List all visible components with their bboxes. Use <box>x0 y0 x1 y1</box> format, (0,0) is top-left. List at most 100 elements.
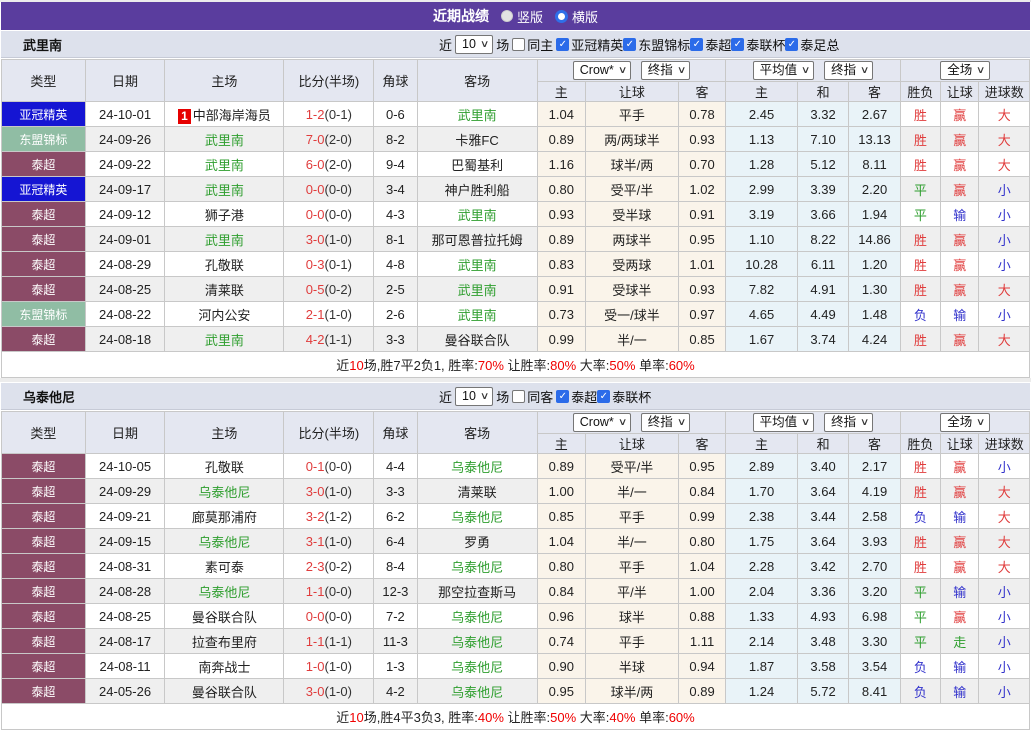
league-badge: 亚冠精英 <box>1 101 86 127</box>
filter-controls: 近 10 场 同主 亚冠精英东盟锦标泰超泰联杯泰足总 <box>439 34 839 54</box>
league-filter-checkbox[interactable]: 泰超 <box>690 35 731 54</box>
home-team: 素可泰 <box>164 553 285 579</box>
col-home: 主场 <box>164 411 285 454</box>
checkbox-unchecked-icon[interactable] <box>512 37 526 51</box>
result-handicap: 赢 <box>940 101 980 127</box>
result-goals: 小 <box>978 453 1030 479</box>
checkbox-checked-icon[interactable] <box>623 37 637 51</box>
result-goals: 大 <box>978 478 1030 504</box>
avg-away: 2.17 <box>848 453 901 479</box>
results-table-2: 类型 日期 主场 比分(半场) 角球 客场 Crow* 终指 平均值 终指 全场 <box>1 411 1031 730</box>
checkbox-checked-icon[interactable] <box>785 37 799 51</box>
avg-draw: 3.64 <box>796 528 850 554</box>
result-handicap: 输 <box>940 653 980 679</box>
league-filter-checkbox[interactable]: 亚冠精英 <box>556 35 623 54</box>
league-badge: 泰超 <box>1 226 86 252</box>
avg-home: 1.13 <box>725 126 798 152</box>
col-avg-away: 客 <box>848 433 901 454</box>
average-final-select[interactable]: 终指 <box>824 61 874 80</box>
result-win: 平 <box>899 628 942 654</box>
odds-away: 0.93 <box>677 276 727 302</box>
away-team: 乌泰他尼 <box>416 453 538 479</box>
average-final-select[interactable]: 终指 <box>824 413 874 432</box>
layout-radio-horizontal[interactable]: 横版 <box>555 7 598 26</box>
same-venue-checkbox[interactable]: 同客 <box>512 387 553 406</box>
col-odds-home: 主 <box>536 81 587 102</box>
avg-draw: 6.11 <box>796 251 850 277</box>
match-date: 24-08-29 <box>84 251 166 277</box>
avg-home: 2.45 <box>725 101 798 127</box>
average-select[interactable]: 平均值 <box>752 413 815 432</box>
avg-away: 1.48 <box>848 301 901 327</box>
team-name: 武里南 <box>23 37 63 53</box>
league-badge: 亚冠精英 <box>1 176 86 202</box>
odds-source-select[interactable]: Crow* <box>572 61 632 80</box>
corner-score: 4-8 <box>373 251 418 277</box>
home-team: 曼谷联合队 <box>164 678 285 704</box>
avg-home: 1.67 <box>725 326 798 352</box>
league-badge: 泰超 <box>1 453 86 479</box>
match-date: 24-10-01 <box>84 101 166 127</box>
avg-home: 2.14 <box>725 628 798 654</box>
avg-draw: 3.58 <box>796 653 850 679</box>
result-handicap: 赢 <box>940 126 980 152</box>
scope-select[interactable]: 全场 <box>940 413 990 432</box>
home-team: 乌泰他尼 <box>164 528 285 554</box>
average-select[interactable]: 平均值 <box>752 61 815 80</box>
odds-away: 0.84 <box>677 478 727 504</box>
avg-draw: 3.64 <box>796 478 850 504</box>
odds-final-select[interactable]: 终指 <box>640 61 691 80</box>
odds-home: 0.89 <box>536 453 587 479</box>
checkbox-checked-icon[interactable] <box>556 389 570 403</box>
away-team: 巴蜀基利 <box>416 151 538 177</box>
col-hcap-res: 让球 <box>940 433 980 454</box>
corner-score: 9-4 <box>373 151 418 177</box>
same-venue-checkbox[interactable]: 同主 <box>512 35 553 54</box>
odds-home: 0.80 <box>536 553 587 579</box>
league-filter-checkbox[interactable]: 泰联杯 <box>597 387 651 406</box>
corner-score: 4-3 <box>373 201 418 227</box>
result-handicap: 赢 <box>940 176 980 202</box>
result-handicap: 赢 <box>940 251 980 277</box>
home-team: 清莱联 <box>164 276 285 302</box>
games-label: 场 <box>496 37 510 53</box>
league-filter-checkbox[interactable]: 泰联杯 <box>731 35 785 54</box>
col-goals: 进球数 <box>978 433 1030 454</box>
corner-score: 3-4 <box>373 176 418 202</box>
col-type: 类型 <box>1 59 86 102</box>
corner-score: 4-2 <box>373 678 418 704</box>
checkbox-checked-icon[interactable] <box>731 37 745 51</box>
league-filter-checkbox[interactable]: 泰足总 <box>785 35 839 54</box>
radio-unchecked-icon[interactable] <box>500 10 513 22</box>
filter-controls: 近 10 场 同客 泰超泰联杯 <box>439 386 651 406</box>
radio-checked-icon[interactable] <box>555 9 568 23</box>
result-handicap: 赢 <box>940 276 980 302</box>
checkbox-checked-icon[interactable] <box>597 389 611 403</box>
odds-source-select[interactable]: Crow* <box>572 413 632 432</box>
avg-home: 1.10 <box>725 226 798 252</box>
match-score: 3-0(1-0) <box>283 226 375 252</box>
odds-source-group: Crow* 终指 <box>536 411 727 434</box>
home-team: 廊莫那浦府 <box>164 503 285 529</box>
away-team: 清莱联 <box>416 478 538 504</box>
match-date: 24-09-22 <box>84 151 166 177</box>
avg-away: 3.30 <box>848 628 901 654</box>
match-score: 0-0(0-0) <box>283 176 375 202</box>
handicap-line: 两/两球半 <box>585 126 679 152</box>
league-filter-checkbox[interactable]: 东盟锦标 <box>623 35 690 54</box>
match-date: 24-08-25 <box>84 603 166 629</box>
result-goals: 大 <box>978 101 1030 127</box>
handicap-line: 两球半 <box>585 226 679 252</box>
handicap-line: 受一/球半 <box>585 301 679 327</box>
league-filter-checkbox[interactable]: 泰超 <box>556 387 597 406</box>
odds-final-select[interactable]: 终指 <box>640 413 691 432</box>
checkbox-unchecked-icon[interactable] <box>512 389 526 403</box>
layout-radio-vertical[interactable]: 竖版 <box>500 7 543 26</box>
scope-select[interactable]: 全场 <box>940 61 990 80</box>
avg-draw: 5.12 <box>796 151 850 177</box>
checkbox-checked-icon[interactable] <box>556 37 570 51</box>
recent-games-select[interactable]: 10 <box>455 34 494 54</box>
recent-games-select[interactable]: 10 <box>455 386 494 406</box>
page-title: 近期战绩 <box>432 8 489 24</box>
checkbox-checked-icon[interactable] <box>690 37 704 51</box>
